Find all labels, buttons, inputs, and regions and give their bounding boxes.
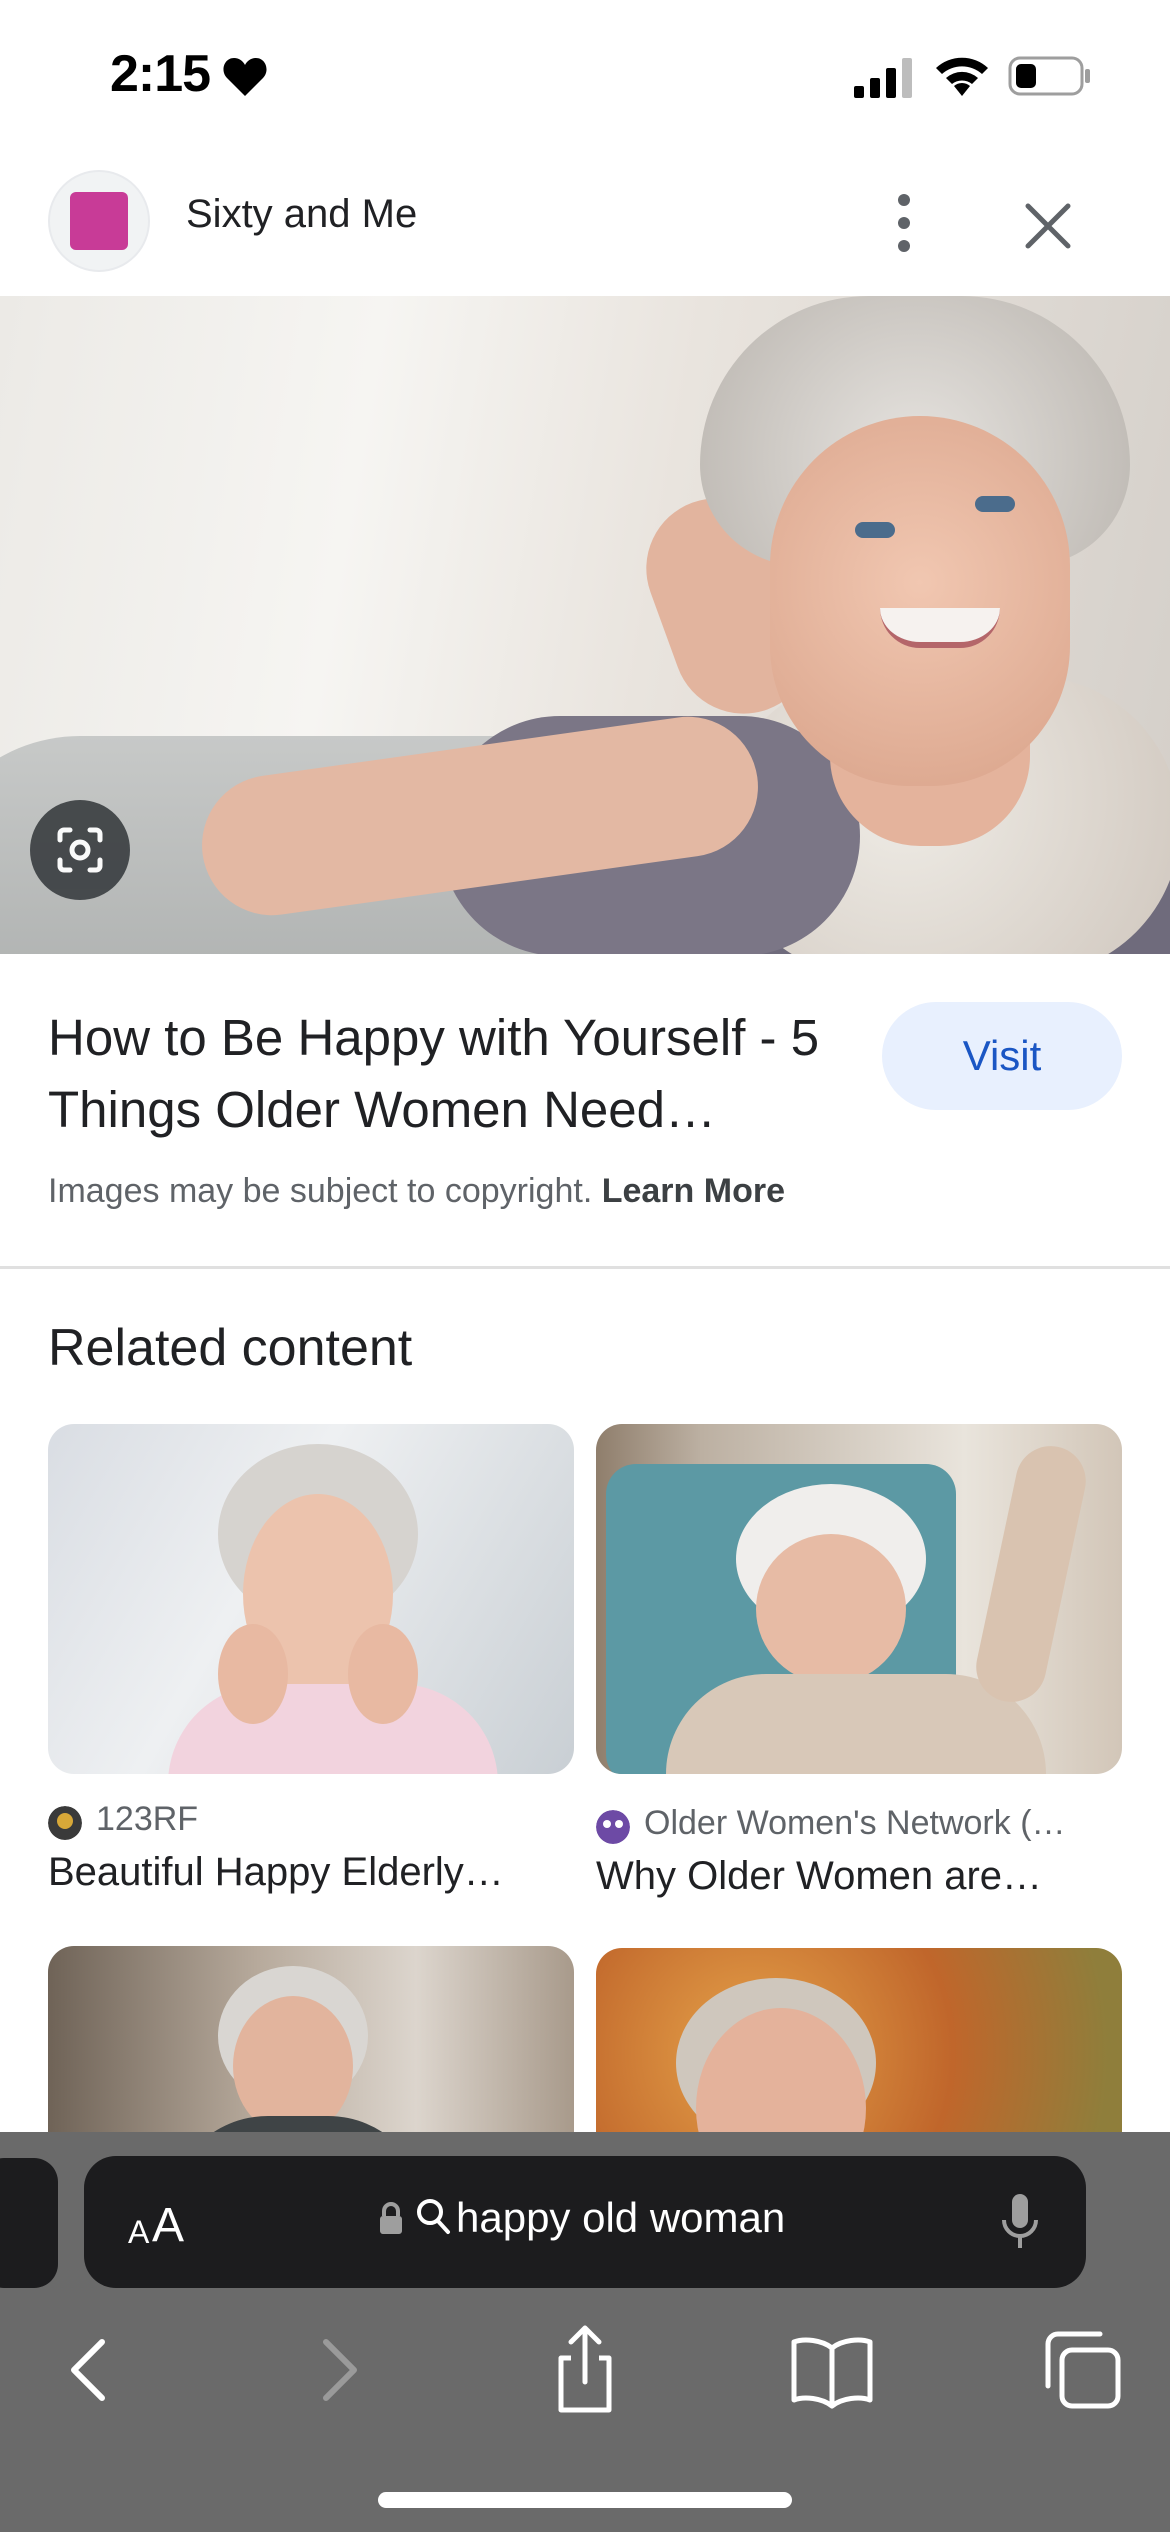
text-size-button[interactable]: A A <box>128 2190 208 2254</box>
site-favicon[interactable] <box>48 170 150 272</box>
visit-button[interactable]: Visit <box>882 1002 1122 1110</box>
related-card-title[interactable]: Beautiful Happy Elderly… <box>48 1850 504 1895</box>
related-card-image[interactable] <box>48 1424 574 1774</box>
back-icon[interactable] <box>38 2320 138 2420</box>
wifi-icon <box>936 57 988 96</box>
related-card-source: Older Women's Network (… <box>644 1804 1066 1842</box>
site-favicon-square <box>70 192 128 250</box>
hero-eye <box>975 496 1015 512</box>
site-name[interactable]: Sixty and Me <box>186 192 417 237</box>
forward-icon[interactable] <box>290 2320 390 2420</box>
related-card-image[interactable] <box>596 1424 1122 1774</box>
address-bar[interactable]: A A happy old woman <box>84 2156 1086 2288</box>
previous-tab-peek[interactable] <box>0 2158 58 2288</box>
text-size-label-small: A <box>128 2214 150 2250</box>
tabs-icon[interactable] <box>1032 2320 1132 2420</box>
text-size-label-large: A <box>152 2199 185 2252</box>
source-favicon-icon <box>596 1810 630 1844</box>
google-lens-button[interactable] <box>30 800 130 900</box>
copyright-text: Images may be subject to copyright. <box>48 1172 593 1210</box>
hero-face <box>770 416 1070 786</box>
google-lens-icon <box>57 827 103 873</box>
close-icon[interactable] <box>1010 188 1086 264</box>
learn-more-link[interactable]: Learn More <box>602 1172 785 1210</box>
hero-image[interactable] <box>0 296 1170 954</box>
home-indicator <box>378 2492 792 2508</box>
cellular-signal-icon <box>854 58 912 98</box>
share-icon[interactable] <box>535 2320 635 2420</box>
related-card-title[interactable]: Why Older Women are… <box>596 1854 1042 1899</box>
copyright-notice: Images may be subject to copyright. Lear… <box>48 1172 785 1211</box>
more-vertical-icon[interactable] <box>870 178 938 268</box>
browser-toolbar: A A happy old woman <box>0 2132 1170 2532</box>
search-icon <box>417 2199 450 2234</box>
status-time: 2:15 <box>110 45 211 103</box>
battery-icon <box>1008 56 1090 96</box>
divider <box>0 1266 1170 1269</box>
hero-eye <box>855 522 895 538</box>
result-title[interactable]: How to Be Happy with Yourself - 5 Things… <box>48 1002 858 1146</box>
bookmarks-icon[interactable] <box>782 2320 882 2420</box>
source-favicon-icon <box>48 1806 82 1840</box>
related-card-source: 123RF <box>96 1800 199 1838</box>
lock-icon <box>380 2202 402 2234</box>
address-text[interactable]: happy old woman <box>456 2194 785 2242</box>
status-bar: 2:15 <box>0 0 1170 150</box>
microphone-icon[interactable] <box>1000 2192 1040 2252</box>
related-content-heading: Related content <box>48 1319 413 1377</box>
app-header: Sixty and Me <box>0 150 1170 296</box>
heart-icon <box>223 58 267 96</box>
